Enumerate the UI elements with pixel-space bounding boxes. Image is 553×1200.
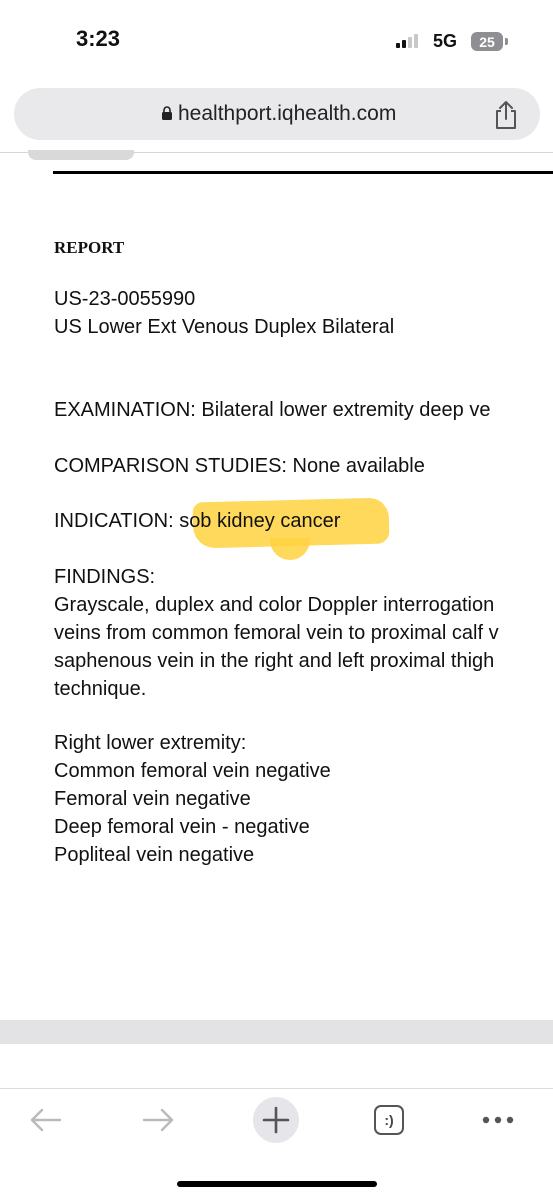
indication-label: INDICATION: (54, 510, 180, 532)
battery-icon: 25 (471, 32, 503, 51)
tabs-icon[interactable]: :) (374, 1105, 404, 1135)
forward-arrow-icon[interactable] (142, 1105, 176, 1135)
findings-line: saphenous vein in the right and left pro… (54, 650, 495, 672)
findings-line: Grayscale, duplex and color Doppler inte… (54, 594, 495, 616)
right-extremity-heading: Right lower extremity: (54, 732, 247, 754)
share-icon[interactable] (492, 100, 520, 130)
finding-item: Femoral vein negative (54, 788, 251, 810)
finding-item: Deep femoral vein - negative (54, 816, 310, 838)
indication-line: INDICATION: sob kidney cancer (54, 510, 340, 533)
finding-item: Popliteal vein negative (54, 844, 255, 866)
findings-line: technique. (54, 678, 147, 700)
exam-title: US Lower Ext Venous Duplex Bilateral (54, 316, 395, 338)
finding-item: Common femoral vein negative (54, 760, 331, 782)
page-bottom-band (0, 1020, 553, 1044)
report-rule (53, 171, 553, 174)
examination-text: EXAMINATION: Bilateral lower extremity d… (54, 399, 491, 421)
page-tab-sliver (28, 150, 134, 160)
report-heading: REPORT (54, 238, 125, 257)
lock-icon (162, 106, 172, 120)
signal-icon (396, 34, 422, 48)
network-type: 5G (433, 31, 458, 51)
findings-line: veins from common femoral vein to proxim… (54, 622, 499, 644)
highlight-mark-tail (270, 538, 310, 560)
more-icon[interactable] (480, 1114, 516, 1126)
battery-level: 25 (479, 33, 495, 50)
status-time: 3:23 (76, 26, 121, 51)
back-arrow-icon[interactable] (28, 1105, 62, 1135)
url-text: healthport.iqhealth.com (178, 102, 397, 125)
accession-number: US-23-0055990 (54, 288, 196, 310)
address-bar[interactable]: healthport.iqhealth.com (14, 88, 540, 140)
tabs-label: :) (384, 1112, 394, 1128)
findings-heading: FINDINGS: (54, 566, 156, 588)
home-indicator[interactable] (177, 1181, 377, 1187)
toolbar-top-border (0, 1088, 553, 1089)
indication-value: sob kidney cancer (179, 510, 341, 532)
comparison-text: COMPARISON STUDIES: None available (54, 455, 425, 477)
battery-cap (505, 38, 508, 45)
plus-icon[interactable] (252, 1096, 300, 1144)
